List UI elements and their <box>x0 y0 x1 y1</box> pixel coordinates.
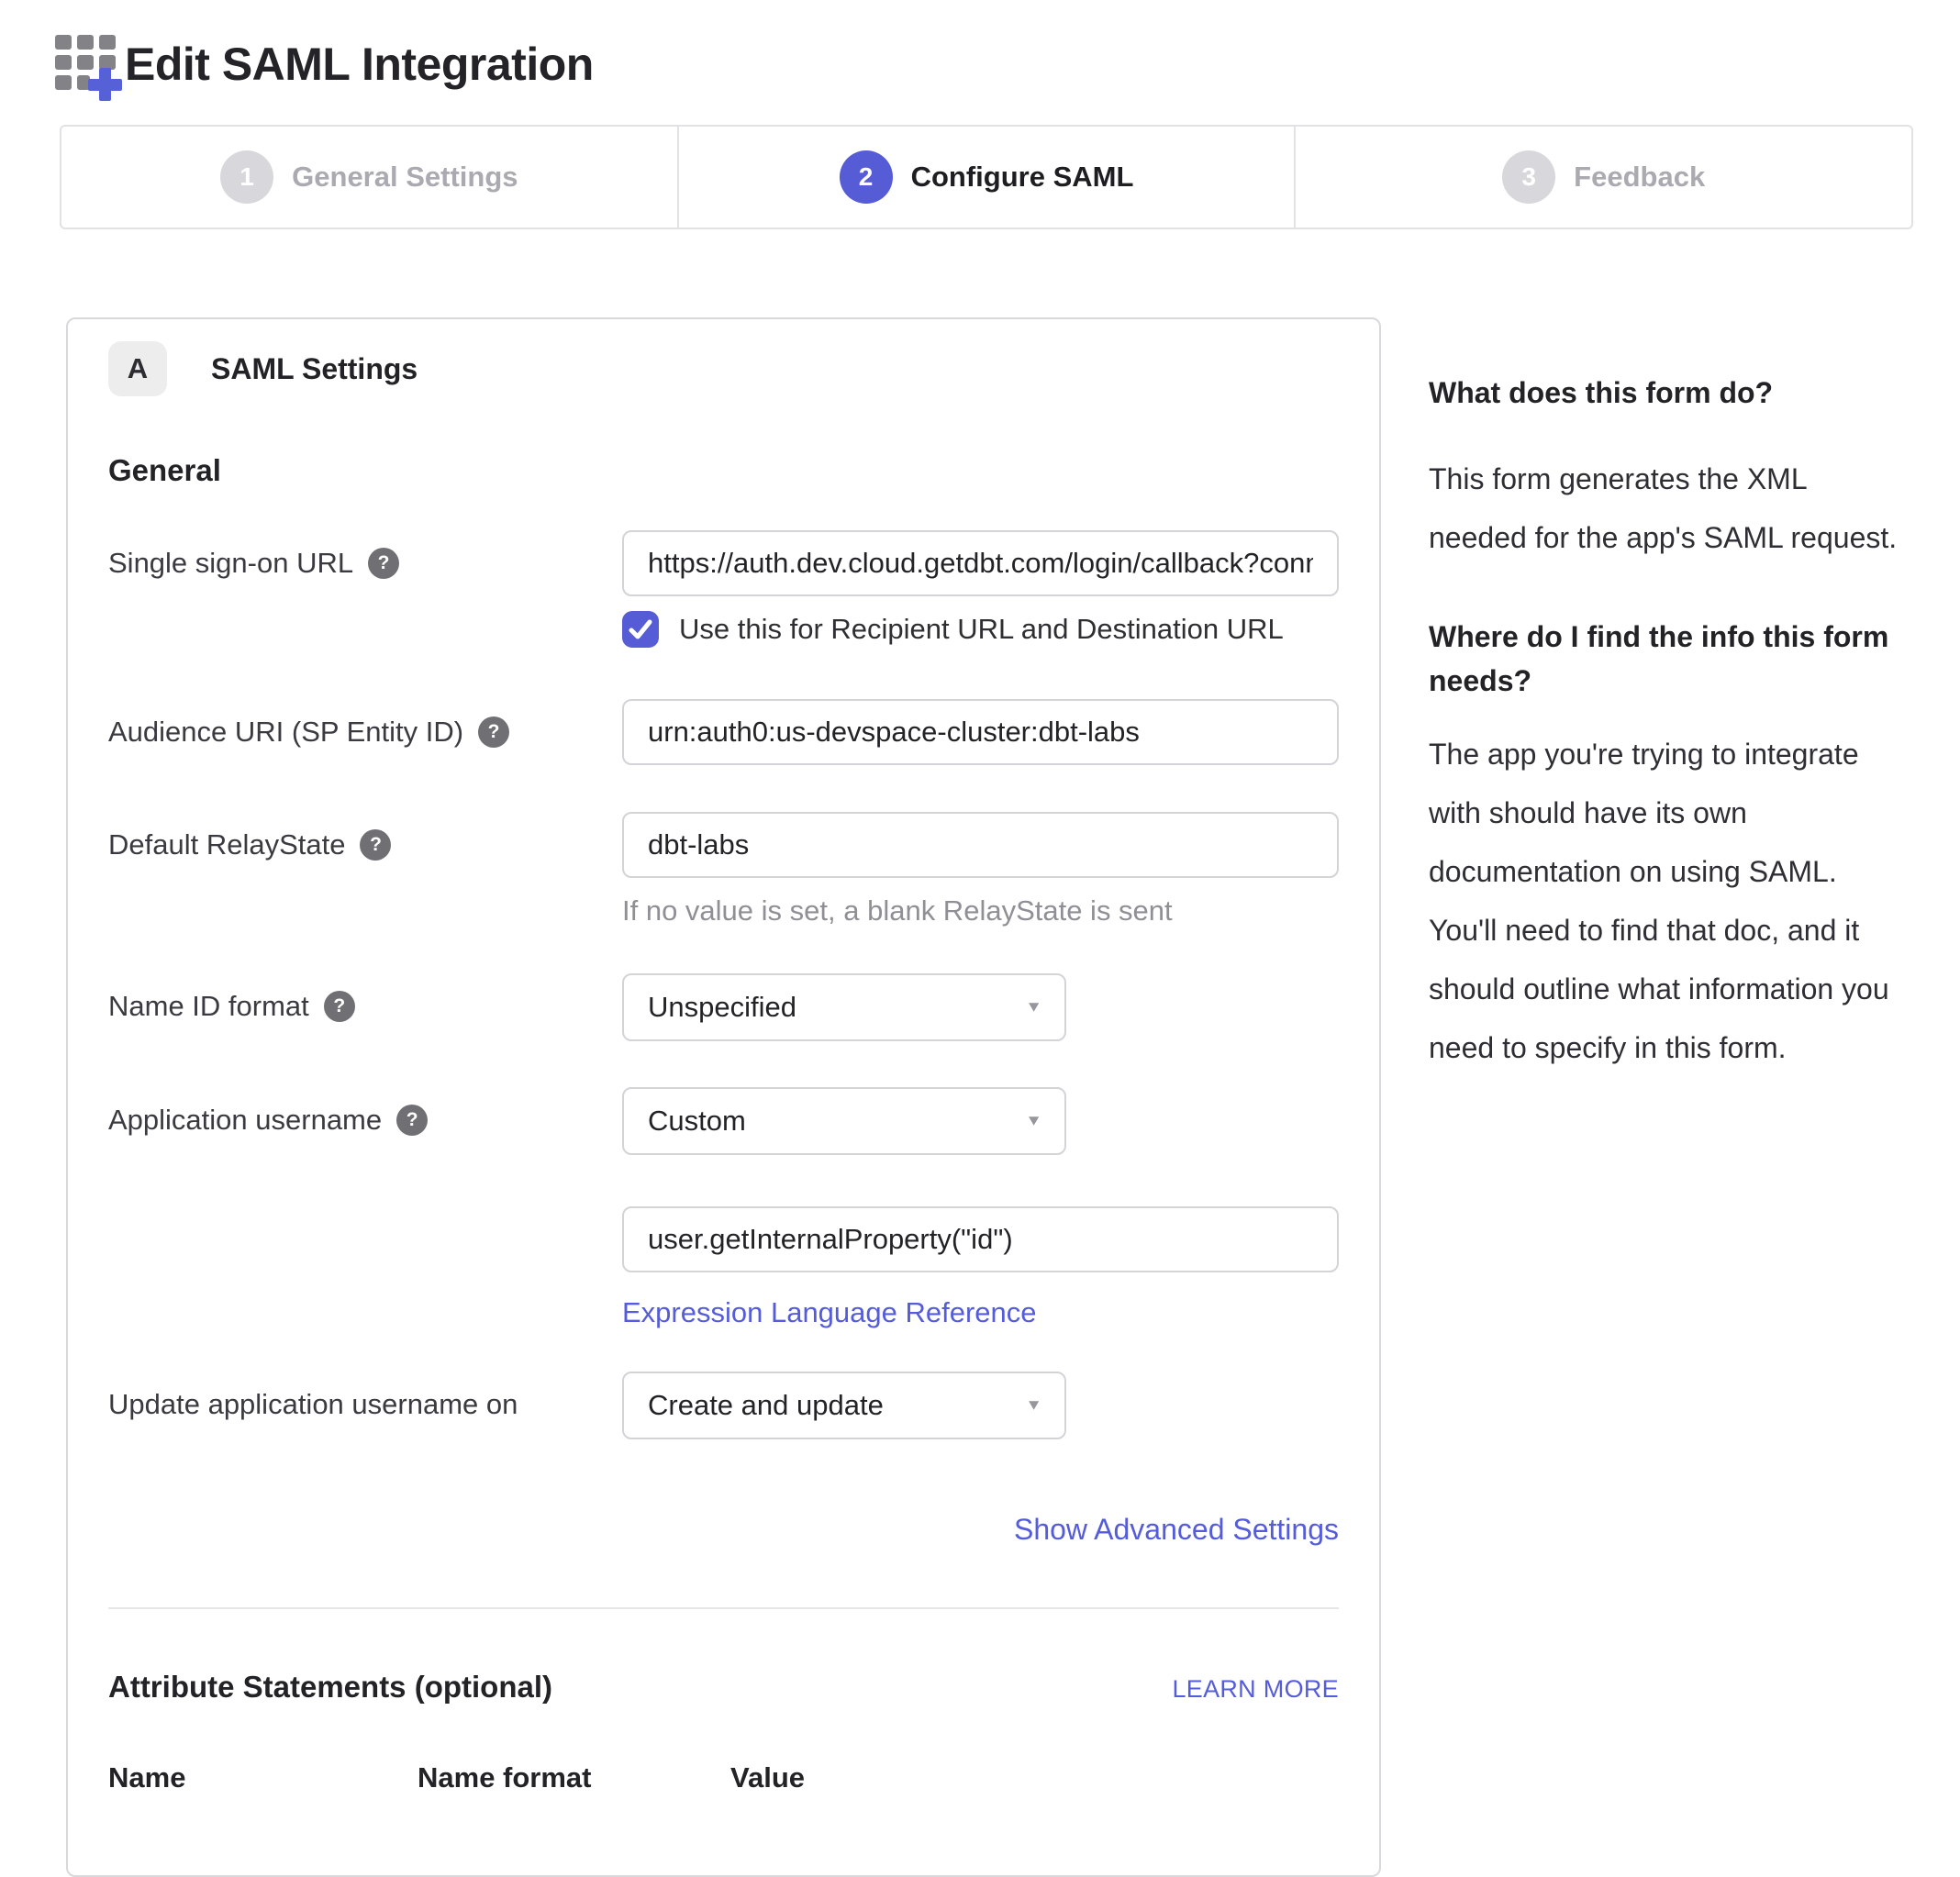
step-label: General Settings <box>292 161 518 194</box>
application-username-help-icon[interactable]: ? <box>396 1105 428 1136</box>
recipient-destination-checkbox-label: Use this for Recipient URL and Destinati… <box>679 613 1284 646</box>
audience-uri-help-icon[interactable]: ? <box>478 716 509 748</box>
show-advanced-settings-link[interactable]: Show Advanced Settings <box>1014 1513 1339 1546</box>
sidebar-answer-1: This form generates the XML needed for t… <box>1429 450 1909 567</box>
attribute-statements-title: Attribute Statements (optional) <box>108 1670 552 1705</box>
step-label: Configure SAML <box>911 161 1134 194</box>
attr-col-value: Value <box>730 1761 1339 1794</box>
relay-state-hint: If no value is set, a blank RelayState i… <box>622 894 1339 927</box>
wizard-step-configure-saml[interactable]: 2 Configure SAML <box>679 127 1297 228</box>
audience-uri-label: Audience URI (SP Entity ID) ? <box>108 699 622 749</box>
name-id-format-help-icon[interactable]: ? <box>324 991 355 1022</box>
step-number-badge: 2 <box>840 150 893 204</box>
attr-col-name-format: Name format <box>418 1761 730 1794</box>
sso-url-label: Single sign-on URL ? <box>108 530 622 580</box>
relay-state-help-icon[interactable]: ? <box>360 829 391 861</box>
sso-url-input[interactable] <box>622 530 1339 596</box>
attribute-statements-header-row: Name Name format Value <box>108 1761 1339 1794</box>
wizard-step-feedback[interactable]: 3 Feedback <box>1296 127 1911 228</box>
section-a-badge: A <box>108 341 167 396</box>
sidebar-answer-2: The app you're trying to integrate with … <box>1429 725 1909 1077</box>
sidebar-question-2: Where do I find the info this form needs… <box>1429 615 1909 703</box>
sidebar-question-1: What does this form do? <box>1429 371 1909 415</box>
name-id-format-label: Name ID format ? <box>108 973 622 1023</box>
recipient-destination-checkbox[interactable] <box>622 611 659 648</box>
audience-uri-input[interactable] <box>622 699 1339 765</box>
step-number-badge: 3 <box>1502 150 1555 204</box>
checkmark-icon <box>629 619 652 639</box>
update-username-on-label: Update application username on <box>108 1372 622 1421</box>
panel-title: SAML Settings <box>211 352 418 386</box>
relay-state-label: Default RelayState ? <box>108 812 622 861</box>
general-section-title: General <box>108 453 1339 488</box>
chevron-down-icon: ▼ <box>1025 1397 1042 1415</box>
application-username-label: Application username ? <box>108 1087 622 1137</box>
wizard-step-general-settings[interactable]: 1 General Settings <box>61 127 679 228</box>
update-username-on-select[interactable]: Create and update ▼ <box>622 1372 1066 1439</box>
chevron-down-icon: ▼ <box>1025 1113 1042 1130</box>
application-username-select[interactable]: Custom ▼ <box>622 1087 1066 1155</box>
section-divider <box>108 1607 1339 1609</box>
saml-settings-panel: A SAML Settings General Single sign-on U… <box>66 317 1381 1877</box>
learn-more-link[interactable]: LEARN MORE <box>1172 1675 1339 1704</box>
step-wizard: 1 General Settings 2 Configure SAML 3 Fe… <box>60 125 1913 229</box>
help-sidebar: What does this form do? This form genera… <box>1429 317 1909 1077</box>
chevron-down-icon: ▼ <box>1025 999 1042 1016</box>
page-header: Edit SAML Integration <box>53 28 1914 101</box>
page-title: Edit SAML Integration <box>125 38 594 91</box>
name-id-format-select[interactable]: Unspecified ▼ <box>622 973 1066 1041</box>
step-label: Feedback <box>1574 161 1705 194</box>
expression-language-reference-link[interactable]: Expression Language Reference <box>622 1296 1037 1329</box>
relay-state-input[interactable] <box>622 812 1339 878</box>
custom-expression-input[interactable] <box>622 1206 1339 1272</box>
step-number-badge: 1 <box>220 150 273 204</box>
sso-url-help-icon[interactable]: ? <box>368 548 399 579</box>
attr-col-name: Name <box>108 1761 418 1794</box>
saml-app-grid-plus-icon <box>53 28 123 101</box>
